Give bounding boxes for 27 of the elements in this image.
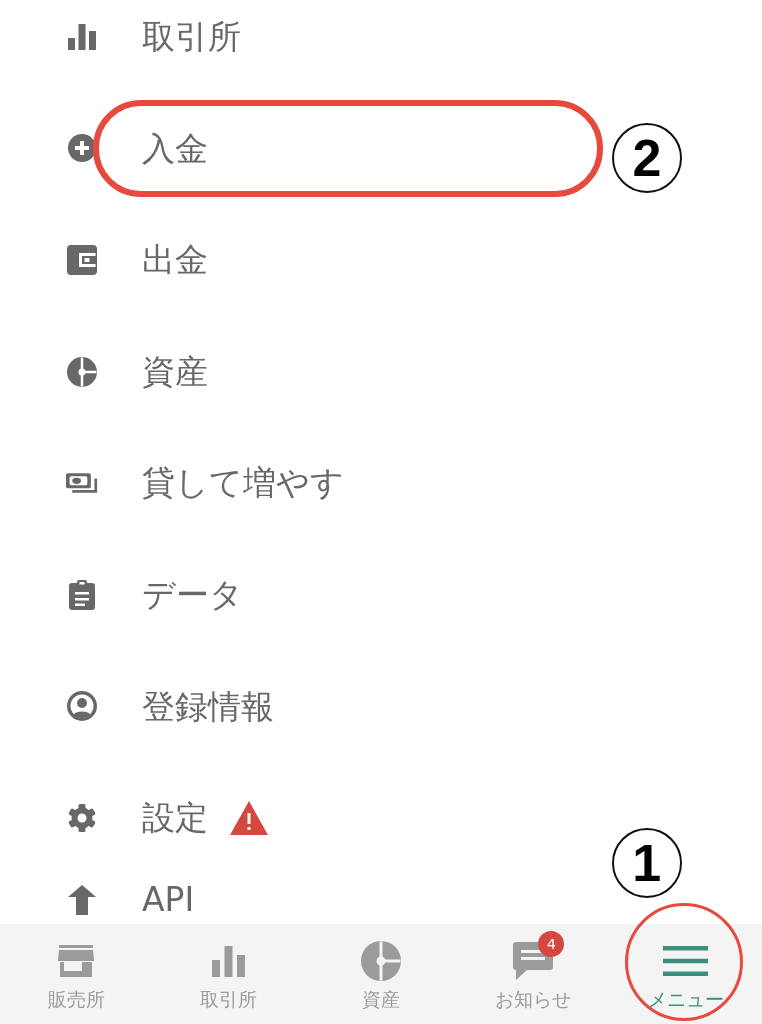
- menu-item[interactable]: データ: [66, 538, 243, 651]
- notification-badge: 4: [538, 931, 565, 957]
- pie-chart-icon: [67, 356, 97, 387]
- nav-tab[interactable]: メニュー: [609, 924, 762, 1024]
- menu-icon: [663, 946, 709, 976]
- menu-item[interactable]: 設定: [66, 762, 268, 874]
- cash-icon: [66, 472, 98, 495]
- menu-item[interactable]: API: [66, 879, 195, 920]
- menu-item[interactable]: 出金: [66, 204, 208, 316]
- menu-item[interactable]: 資産: [66, 315, 208, 428]
- pie-chart-icon: [361, 941, 401, 981]
- arrow-up-icon: [68, 884, 96, 915]
- clipboard-icon: [69, 579, 95, 610]
- callout-number: 1: [611, 828, 682, 898]
- menu-item[interactable]: 入金: [66, 92, 208, 205]
- nav-tab[interactable]: 4 お知らせ: [457, 924, 610, 1024]
- menu-item[interactable]: 登録情報: [66, 650, 274, 763]
- wallet-icon: [67, 245, 97, 275]
- menu-item[interactable]: 貸して増やす: [66, 427, 344, 539]
- bar-chart-icon: [68, 23, 96, 50]
- user-circle-icon: [67, 691, 97, 722]
- plus-circle-icon: [68, 134, 96, 163]
- store-icon: [58, 945, 95, 977]
- menu-item[interactable]: 取引所: [66, 0, 241, 93]
- bar-chart-icon: [212, 945, 246, 977]
- gear-icon: [67, 802, 97, 833]
- callout-number: 2: [612, 122, 682, 193]
